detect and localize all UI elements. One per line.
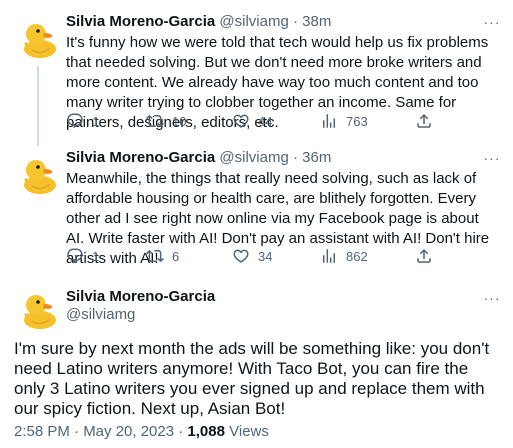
separator-dot: · (292, 149, 298, 166)
retweet-button[interactable]: 10 (146, 111, 186, 131)
views-chart-icon (320, 247, 338, 265)
like-button[interactable]: 34 (232, 246, 272, 266)
tweet-actions: 1 6 34 862 (66, 246, 466, 266)
like-count: 34 (258, 248, 273, 264)
tweet-time[interactable]: 38m (302, 13, 331, 30)
author-name[interactable]: Silvia Moreno-Garcia (66, 13, 215, 30)
retweet-count: 6 (172, 248, 180, 264)
tweet-meta: 2:58 PM · May 20, 2023 · 1,088 Views (14, 422, 269, 442)
views-button[interactable]: 763 (320, 111, 368, 131)
reply-button[interactable]: 1 (66, 111, 99, 131)
separator-dot: · (292, 13, 298, 30)
retweet-count: 10 (172, 113, 187, 129)
reply-icon (66, 247, 84, 265)
views-button[interactable]: 862 (320, 246, 368, 266)
tweet-2[interactable]: Silvia Moreno-Garcia @silviamg · 36m ···… (0, 140, 513, 274)
views-chart-icon (320, 112, 338, 130)
author-handle[interactable]: @silviamg (219, 13, 288, 30)
rubber-duck-icon (14, 14, 62, 62)
author-handle[interactable]: @silviamg (66, 305, 135, 325)
tweet-actions: 1 10 44 763 (66, 111, 466, 131)
tweet-time[interactable]: 36m (302, 149, 331, 166)
tweet-header: Silvia Moreno-Garcia @silviamg · 36m (66, 148, 331, 168)
avatar[interactable] (14, 150, 62, 198)
tweet-timestamp[interactable]: 2:58 PM · May 20, 2023 · (14, 423, 187, 440)
avatar[interactable] (14, 14, 62, 62)
tweet-text: I'm sure by next month the ads will be s… (14, 339, 490, 418)
more-dots-icon[interactable]: ··· (483, 291, 501, 310)
reply-count: 1 (92, 248, 100, 264)
share-button[interactable] (415, 246, 433, 266)
reply-button[interactable]: 1 (66, 246, 99, 266)
author-name[interactable]: Silvia Moreno-Garcia (66, 149, 215, 166)
rubber-duck-icon (14, 150, 62, 198)
tweet-header: Silvia Moreno-Garcia @silviamg · 38m (66, 12, 331, 32)
more-dots-icon[interactable]: ··· (483, 15, 501, 34)
share-button[interactable] (415, 111, 433, 131)
more-dots-icon[interactable]: ··· (483, 151, 501, 170)
heart-icon (232, 247, 250, 265)
thread-line (37, 66, 39, 146)
reply-count: 1 (92, 113, 100, 129)
share-icon (415, 247, 433, 265)
reply-icon (66, 112, 84, 130)
avatar[interactable] (14, 285, 62, 333)
rubber-duck-icon (14, 285, 62, 333)
view-count: 1,088 (187, 423, 225, 440)
author-name[interactable]: Silvia Moreno-Garcia (66, 287, 215, 307)
heart-icon (232, 112, 250, 130)
like-count: 44 (258, 113, 273, 129)
retweet-button[interactable]: 6 (146, 246, 179, 266)
like-button[interactable]: 44 (232, 111, 272, 131)
retweet-icon (146, 247, 164, 265)
views-label: Views (224, 423, 269, 440)
view-count: 763 (346, 113, 368, 129)
author-handle[interactable]: @silviamg (219, 149, 288, 166)
tweet-1[interactable]: Silvia Moreno-Garcia @silviamg · 38m ···… (0, 0, 513, 146)
retweet-icon (146, 112, 164, 130)
share-icon (415, 112, 433, 130)
view-count: 862 (346, 248, 368, 264)
